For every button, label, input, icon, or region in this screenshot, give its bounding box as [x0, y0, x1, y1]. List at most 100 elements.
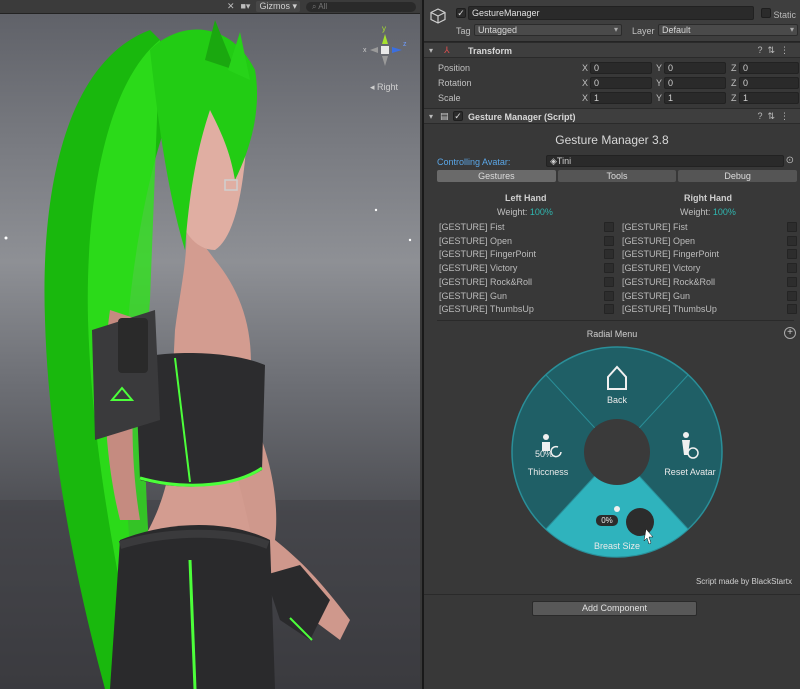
scale-x-field[interactable]: 1: [590, 92, 652, 104]
script-file-icon: ▤: [440, 111, 449, 121]
add-icon[interactable]: +: [784, 327, 796, 339]
object-picker-icon[interactable]: ⊙: [786, 155, 794, 166]
gesture-label: [GESTURE] Victory: [439, 263, 518, 274]
tag-label: Tag: [456, 26, 471, 36]
position-y-field[interactable]: 0: [664, 62, 726, 74]
gesture-label: [GESTURE] FingerPoint: [439, 249, 537, 260]
controlling-avatar-label: Controlling Avatar:: [437, 157, 511, 167]
gesture-toggle[interactable]: [604, 276, 614, 287]
gesture-toggle[interactable]: [787, 290, 797, 301]
gesture-toggle[interactable]: [787, 304, 797, 315]
layer-dropdown[interactable]: Default: [658, 24, 798, 36]
script-title: Gesture Manager (Script): [468, 112, 576, 122]
gesture-label: [GESTURE] Gun: [622, 290, 691, 301]
gesture-manager-title: Gesture Manager 3.8: [555, 133, 669, 147]
transform-title: Transform: [468, 46, 513, 56]
svg-text:y: y: [382, 24, 386, 33]
axis-z-label: Z: [731, 78, 737, 88]
script-component-header[interactable]: ▾ ▤ ✓ Gesture Manager (Script) ?⇅⋮: [424, 108, 800, 124]
gesture-label: [GESTURE] ThumbsUp: [622, 304, 717, 315]
tab-gestures[interactable]: Gestures: [437, 170, 556, 182]
gesture-label: [GESTURE] Open: [439, 235, 513, 246]
gesture-toggle[interactable]: [604, 249, 614, 260]
radial-menu[interactable]: Back 50% Thiccness Reset Avatar 0% Breas…: [510, 345, 724, 559]
gesture-label: [GESTURE] Victory: [622, 263, 701, 274]
scene-view[interactable]: ✕ ■▾ Gizmos ▾ ⌕ All y x z ◂ Right: [0, 0, 420, 689]
gesture-toggle[interactable]: [787, 222, 797, 232]
layer-label: Layer: [632, 26, 655, 36]
radial-item-thiccness[interactable]: Thiccness: [518, 467, 578, 477]
foldout-arrow-icon[interactable]: ▾: [429, 112, 433, 121]
axis-z-label: Z: [731, 63, 737, 73]
right-hand-title: Right Hand: [684, 193, 732, 203]
radial-center: [584, 419, 650, 485]
controlling-avatar-field[interactable]: ◈Tini: [546, 155, 784, 167]
tag-dropdown[interactable]: Untagged: [474, 24, 622, 36]
gesture-toggle[interactable]: [787, 249, 797, 260]
position-label: Position: [438, 63, 471, 73]
rotation-x-field[interactable]: 0: [590, 77, 652, 89]
axis-z-label: Z: [731, 93, 737, 103]
object-name-field[interactable]: GestureManager: [468, 6, 754, 20]
left-hand-title: Left Hand: [505, 193, 547, 203]
rotation-y-field[interactable]: 0: [664, 77, 726, 89]
gesture-toggle[interactable]: [604, 304, 614, 315]
radial-item-breast-size[interactable]: Breast Size: [587, 541, 647, 551]
position-z-field[interactable]: 0: [739, 62, 799, 74]
value-knob: [626, 508, 654, 536]
scale-z-field[interactable]: 1: [739, 92, 799, 104]
right-hand-weight: Weight: 100%: [680, 207, 736, 217]
gesture-label: [GESTURE] Open: [622, 235, 696, 246]
rotation-z-field[interactable]: 0: [739, 77, 799, 89]
add-component-button[interactable]: Add Component: [532, 601, 697, 616]
radial-item-reset-avatar[interactable]: Reset Avatar: [660, 467, 720, 477]
gesture-manager-tabs: Gestures Tools Debug: [437, 170, 798, 182]
axis-y-label: Y: [656, 63, 663, 73]
foldout-arrow-icon[interactable]: ▾: [429, 46, 433, 55]
radial-item-breast-size-value: 0%: [601, 516, 613, 525]
script-enabled-checkbox[interactable]: ✓: [453, 111, 463, 121]
gesture-toggle[interactable]: [787, 263, 797, 274]
gameobject-cube-icon: [430, 8, 446, 24]
radial-item-thiccness-value: 50%: [534, 449, 553, 459]
script-credit: Script made by BlackStartx: [695, 577, 792, 586]
scale-label: Scale: [438, 93, 461, 103]
gesture-toggle[interactable]: [604, 290, 614, 301]
gesture-label: [GESTURE] FingerPoint: [622, 249, 720, 260]
component-menu-icons[interactable]: ?⇅⋮: [757, 111, 794, 122]
figure-icon: [614, 506, 620, 512]
rotation-label: Rotation: [438, 78, 472, 88]
gesture-toggle[interactable]: [787, 235, 797, 246]
gesture-toggle[interactable]: [604, 222, 614, 232]
section-divider: [437, 320, 794, 321]
component-menu-icons[interactable]: ?⇅⋮: [757, 45, 794, 56]
axis-x-label: X: [582, 78, 589, 88]
tab-debug[interactable]: Debug: [678, 170, 798, 182]
transform-header[interactable]: ▾ ⅄ Transform ?⇅⋮: [424, 42, 800, 58]
gesture-toggle[interactable]: [604, 263, 614, 274]
active-checkbox[interactable]: ✓: [456, 8, 466, 18]
orientation-label: ◂ Right: [369, 82, 398, 92]
left-hand-weight: Weight: 100%: [497, 207, 553, 217]
position-x-field[interactable]: 0: [590, 62, 652, 74]
tab-tools[interactable]: Tools: [557, 170, 677, 182]
gesture-label: [GESTURE] Rock&Roll: [439, 276, 533, 287]
svg-text:x: x: [363, 47, 367, 54]
section-divider: [424, 594, 800, 595]
axis-x-label: X: [582, 93, 589, 103]
radial-item-back[interactable]: Back: [597, 395, 637, 405]
scale-y-field[interactable]: 1: [664, 92, 726, 104]
radial-menu-title: Radial Menu: [586, 329, 638, 339]
axis-y-label: Y: [656, 78, 663, 88]
static-toggle[interactable]: Static: [760, 8, 796, 20]
avatar-character[interactable]: [0, 0, 420, 689]
inspector-panel: ✓ GestureManager Static Tag Untagged Lay…: [422, 0, 800, 689]
gesture-label: [GESTURE] Fist: [622, 222, 688, 232]
axis-x-label: X: [582, 63, 589, 73]
gesture-toggle[interactable]: [604, 235, 614, 246]
gesture-toggle[interactable]: [787, 276, 797, 287]
axis-y-label: Y: [656, 93, 663, 103]
avatar-object-icon: ◈: [550, 156, 557, 166]
gameobject-header: ✓ GestureManager Static Tag Untagged Lay…: [424, 0, 800, 42]
reset-figure-icon: [683, 432, 689, 438]
